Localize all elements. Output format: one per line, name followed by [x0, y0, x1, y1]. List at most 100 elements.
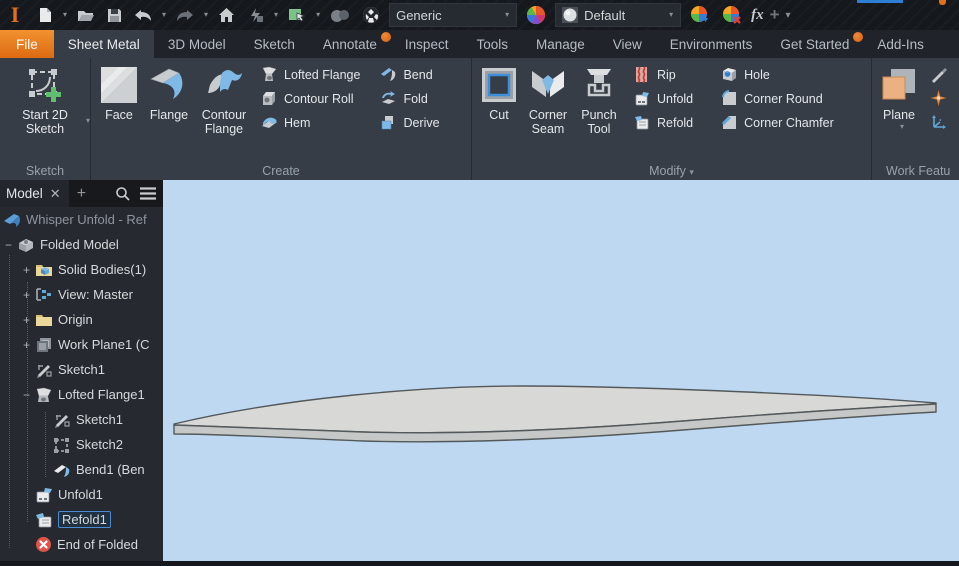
refold-feature-icon [35, 511, 53, 528]
appearance-icon[interactable] [359, 3, 383, 27]
tab-add-ins[interactable]: Add-Ins [863, 30, 938, 58]
expand-expander-icon[interactable] [21, 313, 32, 327]
save-icon[interactable] [104, 3, 125, 27]
tree-item-document[interactable]: Whisper Unfold - Ref [0, 207, 163, 232]
fold-button[interactable]: Fold [380, 90, 439, 107]
punch-tool-button[interactable]: Punch Tool [574, 62, 624, 138]
material-combobox[interactable]: Generic ▾ [389, 3, 518, 27]
hole-button[interactable]: Hole [721, 66, 834, 83]
collapse-expander-icon[interactable] [3, 238, 14, 252]
tab-manage[interactable]: Manage [522, 30, 599, 58]
start-2d-sketch-caret-icon: ▾ [85, 116, 90, 126]
close-icon[interactable]: ✕ [50, 186, 61, 202]
corner-round-button[interactable]: Corner Round [721, 90, 834, 107]
tree-item-folded-model[interactable]: Folded Model [0, 232, 163, 257]
corner-seam-button[interactable]: Corner Seam [522, 62, 574, 138]
add-browser-tab-icon[interactable]: + [69, 185, 94, 203]
sketch-icon [53, 412, 71, 428]
quick-change-icon[interactable] [244, 3, 267, 27]
adjust-appearance-icon[interactable] [687, 3, 713, 27]
appearance-combobox[interactable]: Default ▾ [555, 3, 682, 27]
contour-roll-button[interactable]: Contour Roll [261, 90, 360, 107]
lofted-flange-icon [35, 387, 53, 403]
corner-seam-icon [528, 64, 568, 106]
flange-icon [149, 64, 189, 106]
expand-expander-icon[interactable] [21, 338, 32, 352]
open-icon[interactable] [74, 3, 98, 27]
tree-item-end-of-folded[interactable]: End of Folded [0, 532, 163, 557]
redo-caret-icon[interactable]: ▾ [203, 11, 209, 19]
panel-label-create: Create [262, 164, 300, 178]
quick-change-caret-icon[interactable]: ▾ [273, 11, 279, 19]
new-document-icon[interactable] [34, 3, 56, 27]
appearance-sphere-icon [562, 7, 579, 23]
tree-item-origin[interactable]: Origin [0, 307, 163, 332]
refold-button[interactable]: Refold [634, 114, 693, 131]
unfold-button[interactable]: Unfold [634, 90, 693, 107]
tree-item-lofted-flange1[interactable]: Lofted Flange1 [0, 382, 163, 407]
tab-file[interactable]: File [0, 30, 54, 58]
tab-3d-model[interactable]: 3D Model [154, 30, 240, 58]
browser-header: Model ✕ + [0, 180, 163, 207]
contour-flange-button[interactable]: Contour Flange [195, 62, 253, 138]
derive-button[interactable]: Derive [380, 114, 440, 131]
collapse-expander-icon[interactable] [21, 388, 32, 402]
cut-button[interactable]: Cut [476, 62, 522, 124]
tab-tools[interactable]: Tools [462, 30, 522, 58]
graphics-viewport[interactable] [163, 180, 959, 561]
tree-item-work-plane1[interactable]: Work Plane1 (C [0, 332, 163, 357]
point-icon [930, 90, 947, 107]
tab-annotate[interactable]: Annotate [309, 30, 392, 58]
tree-item-lofted-sketch1[interactable]: Sketch1 [0, 407, 163, 432]
color-wheel-icon[interactable] [523, 3, 549, 27]
tab-sheet-metal[interactable]: Sheet Metal [53, 30, 154, 58]
tab-inspect[interactable]: Inspect [391, 30, 463, 58]
tab-view[interactable]: View [599, 30, 656, 58]
undo-icon[interactable] [131, 3, 155, 27]
tree-item-sketch1[interactable]: Sketch1 [0, 357, 163, 382]
panel-label-modify[interactable]: Modify ▾ [472, 164, 871, 178]
folded-model-icon [17, 237, 35, 253]
search-icon[interactable] [110, 186, 135, 201]
start-2d-sketch-button[interactable]: Start 2D Sketch ▾ [6, 62, 90, 138]
customize-qat-icon[interactable]: ▾ [786, 10, 791, 21]
origin-folder-icon [35, 312, 53, 327]
browser-tab-model[interactable]: Model ✕ [0, 180, 69, 207]
expand-expander-icon[interactable] [21, 288, 32, 302]
new-caret-icon[interactable]: ▾ [62, 11, 68, 19]
tree-item-bend1[interactable]: Bend1 (Ben [0, 457, 163, 482]
flange-button[interactable]: Flange [143, 62, 195, 124]
unfold-feature-icon [35, 486, 53, 503]
tree-item-view-master[interactable]: View: Master [0, 282, 163, 307]
tree-item-unfold1[interactable]: Unfold1 [0, 482, 163, 507]
plane-button[interactable]: Plane ▾ [876, 62, 922, 131]
face-button[interactable]: Face [95, 62, 143, 124]
expand-expander-icon[interactable] [21, 263, 32, 277]
tree-item-solid-bodies[interactable]: Solid Bodies(1) [0, 257, 163, 282]
add-qat-icon[interactable]: + [770, 5, 780, 25]
redo-icon[interactable] [173, 3, 197, 27]
material-icon[interactable] [327, 3, 353, 27]
parameters-fx-icon[interactable]: fx [751, 7, 764, 24]
ucs-icon [932, 115, 946, 129]
select-caret-icon[interactable]: ▾ [315, 11, 321, 19]
ucs-button[interactable] [930, 114, 947, 131]
point-button[interactable] [930, 90, 947, 107]
tree-item-refold1-selected[interactable]: Refold1 [0, 507, 163, 532]
home-view-icon[interactable] [215, 3, 238, 27]
bend-button[interactable]: Bend [380, 66, 439, 83]
corner-chamfer-button[interactable]: Corner Chamfer [721, 114, 834, 131]
rip-button[interactable]: Rip [634, 66, 693, 83]
hem-button[interactable]: Hem [261, 114, 360, 131]
clear-appearance-icon[interactable] [719, 3, 745, 27]
axis-button[interactable] [930, 66, 947, 83]
lofted-flange-button[interactable]: Lofted Flange [261, 66, 360, 83]
tab-sketch[interactable]: Sketch [240, 30, 309, 58]
browser-menu-icon[interactable] [135, 187, 163, 200]
inventor-logo-icon[interactable]: I [2, 2, 28, 28]
undo-caret-icon[interactable]: ▾ [161, 11, 167, 19]
tab-environments[interactable]: Environments [656, 30, 767, 58]
tree-item-sketch2[interactable]: Sketch2 [0, 432, 163, 457]
tab-get-started[interactable]: Get Started [766, 30, 865, 58]
select-icon[interactable] [285, 3, 309, 27]
